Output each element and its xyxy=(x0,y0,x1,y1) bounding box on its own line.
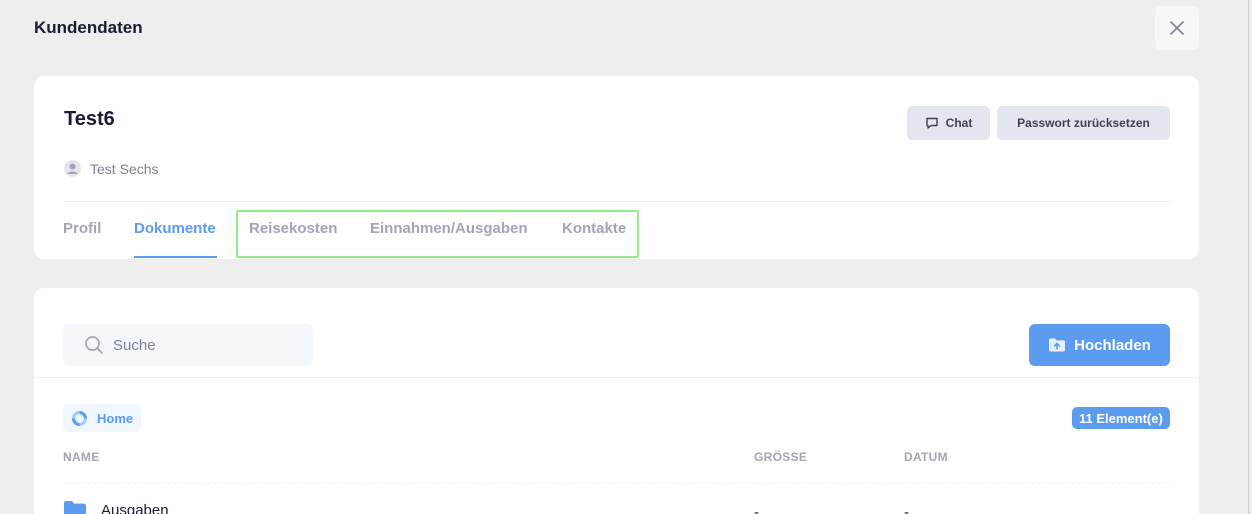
customer-name: Test6 xyxy=(64,108,115,130)
documents-card: Hochladen Home 11 Element(e) NAME GRÖSSE… xyxy=(34,288,1199,514)
divider xyxy=(63,483,1170,484)
reset-password-button[interactable]: Passwort zurücksetzen xyxy=(997,106,1170,140)
search-input[interactable] xyxy=(113,336,293,354)
tab-profil[interactable]: Profil xyxy=(63,220,101,237)
divider xyxy=(34,377,1199,378)
divider xyxy=(64,201,1170,202)
row-size: - xyxy=(754,504,759,514)
column-header-date: DATUM xyxy=(904,450,948,464)
scrollbar[interactable] xyxy=(1248,0,1249,514)
tab-reisekosten[interactable]: Reisekosten xyxy=(249,220,337,237)
search-box xyxy=(63,324,313,366)
column-header-size: GRÖSSE xyxy=(754,450,808,464)
upload-button[interactable]: Hochladen xyxy=(1029,324,1170,366)
user-icon xyxy=(64,160,81,177)
tab-dokumente[interactable]: Dokumente xyxy=(134,220,216,237)
row-date: - xyxy=(904,504,909,514)
row-name: Ausgaben xyxy=(101,501,169,514)
column-header-name: NAME xyxy=(63,450,100,464)
breadcrumb-home[interactable]: Home xyxy=(63,404,142,432)
upload-button-label: Hochladen xyxy=(1074,336,1151,354)
breadcrumb-label: Home xyxy=(97,410,134,426)
home-spinner-icon xyxy=(72,410,87,426)
reset-password-label: Passwort zurücksetzen xyxy=(1017,116,1150,130)
table-row[interactable]: Ausgaben xyxy=(63,500,169,514)
active-tab-indicator xyxy=(134,256,217,258)
chat-button[interactable]: Chat xyxy=(907,106,990,140)
page-title: Kundendaten xyxy=(34,18,143,37)
close-button[interactable] xyxy=(1155,6,1199,50)
tab-kontakte[interactable]: Kontakte xyxy=(562,220,626,237)
chat-icon xyxy=(925,117,938,129)
contact-person-name: Test Sechs xyxy=(90,160,159,177)
tab-einnahmen-ausgaben[interactable]: Einnahmen/Ausgaben xyxy=(370,220,528,237)
contact-person: Test Sechs xyxy=(64,160,158,177)
search-icon xyxy=(85,336,103,354)
close-icon xyxy=(1170,21,1184,35)
customer-card: Test6 Test Sechs Chat Passwort zurückset… xyxy=(34,76,1199,259)
folder-upload-icon xyxy=(1049,338,1066,352)
chat-button-label: Chat xyxy=(945,116,973,130)
folder-icon xyxy=(64,501,86,514)
item-count-badge: 11 Element(e) xyxy=(1072,407,1170,429)
